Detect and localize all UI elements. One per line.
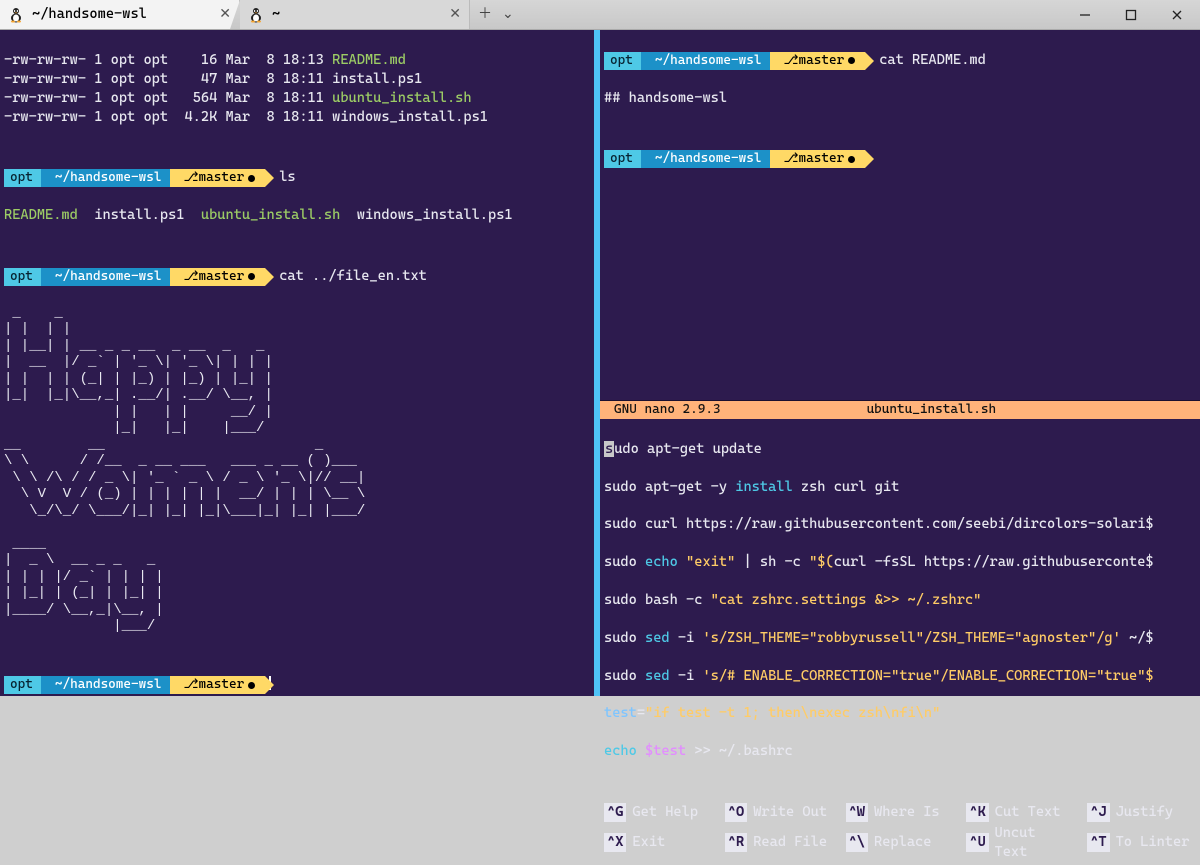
tab-active[interactable]: ~/handsome-wsl ✕ <box>0 0 240 29</box>
prompt-line: opt~/handsome-wsl⎇ mastercat README.md <box>604 51 1196 70</box>
nano-shortcut[interactable]: ^XExit <box>604 824 713 862</box>
tab-title: ~/handsome-wsl <box>32 5 147 24</box>
tab-close-icon[interactable]: ✕ <box>219 5 231 24</box>
nano-footer: ^GGet Help ^OWrite Out ^WWhere Is ^KCut Tex… <box>600 801 1200 865</box>
terminal-right-column: opt~/handsome-wsl⎇ mastercat README.md #… <box>600 30 1200 696</box>
nano-shortcut[interactable]: ^JJustify <box>1087 803 1196 822</box>
workspace: -rw-rw-rw- 1 opt opt 16 Mar 8 18:13 READ… <box>0 30 1200 696</box>
nano-editor-pane[interactable]: GNU nano 2.9.3 ubuntu_install.sh sudo ap… <box>600 400 1200 865</box>
nano-shortcut[interactable]: ^GGet Help <box>604 803 713 822</box>
listing-row: -rw-rw-rw- 1 opt opt 4.2K Mar 8 18:11 wi… <box>4 108 590 127</box>
nano-shortcut[interactable]: ^WWhere Is <box>846 803 955 822</box>
nano-header: GNU nano 2.9.3 ubuntu_install.sh <box>600 401 1200 419</box>
nano-shortcut[interactable]: ^OWrite Out <box>725 803 834 822</box>
window-titlebar: ~/handsome-wsl ✕ ~ ✕ ＋ ⌄ <box>0 0 1200 30</box>
tab-inactive[interactable]: ~ ✕ <box>240 0 470 29</box>
new-tab-icon[interactable]: ＋ <box>478 5 492 24</box>
prompt-line[interactable]: opt~/handsome-wsl⎇ master <box>0 673 594 696</box>
tux-icon <box>8 7 24 23</box>
tab-close-icon[interactable]: ✕ <box>449 5 461 24</box>
terminal-left-pane[interactable]: -rw-rw-rw- 1 opt opt 16 Mar 8 18:13 READ… <box>0 30 594 696</box>
prompt-line: opt~/handsome-wsl⎇ masterls <box>4 168 590 187</box>
nano-filename: ubuntu_install.sh <box>867 401 997 419</box>
nano-app-name: GNU nano 2.9.3 <box>606 401 729 419</box>
tux-icon <box>248 7 264 23</box>
minimize-button[interactable] <box>1062 0 1108 30</box>
listing-row: -rw-rw-rw- 1 opt opt 564 Mar 8 18:11 ubu… <box>4 89 590 108</box>
close-button[interactable] <box>1154 0 1200 30</box>
tab-title: ~ <box>272 5 280 24</box>
nano-body[interactable]: sudo apt-get update sudo apt-get -y inst… <box>600 419 1200 801</box>
maximize-button[interactable] <box>1108 0 1154 30</box>
ascii-art: _ _ | | | | | |__| | __ _ _ __ _ __ _ _ … <box>4 305 590 635</box>
listing-row: -rw-rw-rw- 1 opt opt 47 Mar 8 18:11 inst… <box>4 70 590 89</box>
nano-shortcut[interactable]: ^RRead File <box>725 824 834 862</box>
ls-output: README.md install.ps1 ubuntu_install.sh … <box>4 206 590 225</box>
cat-output: ## handsome-wsl <box>604 89 1196 108</box>
nano-shortcut[interactable]: ^KCut Text <box>966 803 1075 822</box>
terminal-right-top-pane[interactable]: opt~/handsome-wsl⎇ mastercat README.md #… <box>600 30 1200 400</box>
tab-dropdown-icon[interactable]: ⌄ <box>502 5 514 24</box>
nano-shortcut[interactable]: ^UUncut Text <box>966 824 1075 862</box>
tab-controls: ＋ ⌄ <box>470 0 522 29</box>
prompt-line[interactable]: opt~/handsome-wsl⎇ master <box>604 149 1196 168</box>
prompt-line: opt~/handsome-wsl⎇ mastercat ../file_en.… <box>4 267 590 286</box>
nano-shortcut[interactable]: ^\Replace <box>846 824 955 862</box>
nano-shortcut[interactable]: ^TTo Linter <box>1087 824 1196 862</box>
window-controls <box>1062 0 1200 29</box>
ls-long-listing: -rw-rw-rw- 1 opt opt 16 Mar 8 18:13 READ… <box>4 51 590 127</box>
listing-row: -rw-rw-rw- 1 opt opt 16 Mar 8 18:13 READ… <box>4 51 590 70</box>
